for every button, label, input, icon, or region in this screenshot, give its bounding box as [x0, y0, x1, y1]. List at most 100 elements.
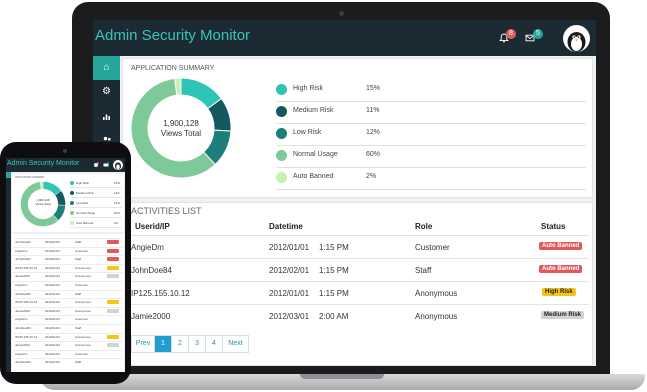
phone-table-row[interactable]: JohnDoeB4 2012/01/01 Staff — [13, 358, 123, 366]
phone-cell-role: Anonymous — [75, 334, 91, 339]
legend-percent: 2% — [366, 173, 377, 180]
column-header-datetime[interactable]: Datetime — [269, 222, 303, 231]
cell-user: Jamie2000 — [131, 312, 171, 321]
status-badge: Medium Risk — [541, 311, 585, 319]
cell-date: 2012/01/01 — [269, 289, 310, 298]
phone-cell-role: Staff — [75, 291, 82, 296]
pager-next-button[interactable]: Next — [223, 335, 249, 353]
sidebar-item-home[interactable]: ⌂ — [93, 56, 120, 80]
application-summary-card: APPLICATION SUMMARY 1,900,128 Views Tota… — [122, 58, 593, 198]
phone-legend-item: High Risk 15% — [70, 179, 122, 188]
legend-item-high-risk: High Risk 15% — [276, 80, 586, 102]
phone-camera — [63, 149, 67, 153]
phone-cell-user: JohnDoeB4 — [15, 360, 31, 365]
phone-table-row[interactable]: Jamie2000 2012/01/01 Anonymous — [13, 341, 123, 349]
top-bar: Admin Security Monitor 8 5 — [93, 20, 596, 56]
pager-page-3[interactable]: 3 — [189, 335, 206, 353]
pager-page-1[interactable]: 1 — [155, 335, 172, 353]
cell-time: 1:15 PM — [319, 243, 349, 252]
table-row[interactable]: IP125.155.10.12 2012/01/01 1:15 PM Anony… — [131, 281, 589, 304]
table-row[interactable]: JohnDoe84 2012/02/01 1:15 PM Staff Auto … — [131, 258, 589, 281]
phone-cell-role: Staff — [75, 360, 82, 365]
phone-cell-date: 2012/01/01 — [45, 283, 61, 287]
legend-item-auto-banned: Auto Banned 2% — [276, 168, 586, 190]
phone-table-row[interactable]: IP125.155.10.12 2012/01/01 Anonymous — [13, 332, 123, 341]
cell-user: AngieDm — [131, 243, 164, 252]
phone-frame: Admin Security Monitor APPLICATION SUMMA… — [0, 142, 131, 384]
phone-table-row[interactable]: AngieDm 2012/01/01 Customer — [13, 315, 123, 323]
legend-dot — [70, 221, 74, 225]
phone-table-row[interactable]: IP125.155.10.12 2012/01/01 Anonymous — [13, 298, 123, 306]
legend-item-low-risk: Low Risk 12% — [276, 124, 586, 146]
pager-page-4[interactable]: 4 — [206, 335, 223, 353]
legend-name: Low Risk — [293, 129, 322, 136]
phone-cell-user: JohnDoeB4 — [15, 257, 31, 262]
donut-svg — [130, 77, 232, 179]
cell-time: 2:00 AM — [319, 312, 349, 321]
phone-status-badge — [107, 308, 119, 313]
messages-button[interactable]: 5 — [525, 29, 543, 46]
user-avatar[interactable] — [563, 25, 590, 52]
pager-page-2[interactable]: 2 — [172, 335, 189, 353]
cell-time: 1:15 PM — [319, 289, 349, 298]
phone-table-row[interactable]: AngieDm 2012/01/01 Customer — [13, 349, 123, 358]
legend-name: Auto Banned — [76, 221, 94, 225]
phone-table-row[interactable]: JohnDoeB4 2012/01/01 Staff — [13, 289, 123, 298]
legend-name: Low Risk — [76, 201, 89, 205]
sidebar-item-settings[interactable]: ⚙ — [93, 80, 120, 104]
phone-table-row[interactable]: Jamie2000 2012/01/01 Anonymous — [13, 272, 123, 280]
phone-cell-date: 2012/01/01 — [45, 240, 61, 244]
legend-dot — [276, 106, 287, 117]
phone-avatar-icon[interactable] — [113, 160, 123, 170]
phone-table-row[interactable]: AngieDm 2012/01/01 Customer — [13, 281, 123, 289]
phone-app-title: Admin Security Monitor — [7, 160, 80, 167]
phone-cell-user: AngieDm — [15, 283, 28, 287]
phone-cell-user: IP125.155.10.12 — [15, 300, 38, 305]
phone-legend-item: Auto Banned 2% — [70, 219, 122, 228]
phone-legend-item: Medium Risk 11% — [70, 189, 122, 198]
phone-sidebar-home[interactable] — [6, 172, 11, 178]
column-header-userid[interactable]: Userid/IP — [135, 222, 170, 231]
column-header-role[interactable]: Role — [415, 222, 432, 231]
phone-table-row[interactable]: JohnDoeB4 2012/02/01 Staff — [13, 255, 123, 263]
phone-bell-icon[interactable] — [93, 162, 99, 168]
sidebar-item-reports[interactable] — [93, 104, 120, 128]
activities-list-card: ACTIVITIES LIST Userid/IP Datetime Role … — [122, 202, 593, 366]
phone-cell-user: Jamie2000 — [15, 343, 30, 348]
phone-activities-list: JohnDoeB4 2012/01/01 Staff AngieDm 2012/01/0… — [12, 234, 124, 372]
notifications-button[interactable]: 8 — [499, 29, 516, 47]
legend-name: Normal Usage — [293, 151, 338, 158]
phone-cell-user: IP125.155.10.12 — [15, 265, 38, 270]
phone-cell-user: JohnDoeB4 — [15, 291, 31, 296]
phone-top-bar: Admin Security Monitor — [6, 158, 125, 172]
legend-name: Normal Usage — [76, 211, 96, 215]
legend-percent: 12% — [366, 129, 381, 136]
phone-status-badge — [107, 343, 119, 348]
cell-date: 2012/03/01 — [269, 312, 310, 321]
legend-dot — [70, 181, 74, 185]
phone-cell-role: Customer — [75, 351, 89, 356]
summary-title: APPLICATION SUMMARY — [131, 65, 215, 72]
phone-mail-icon[interactable] — [103, 162, 109, 168]
phone-table-row[interactable]: JohnDoeB4 2012/01/01 Staff — [13, 324, 123, 332]
column-header-status[interactable]: Status — [541, 222, 565, 231]
cell-role: Anonymous — [415, 312, 458, 321]
phone-table-row[interactable]: Jamie2000 2012/01/01 Anonymous — [13, 306, 123, 315]
legend-name: High Risk — [293, 85, 323, 92]
table-row[interactable]: Jamie2000 2012/03/01 2:00 AM Anonymous M… — [131, 304, 589, 327]
phone-status-badge — [107, 334, 119, 339]
phone-cell-user: JohnDoeB4 — [15, 326, 31, 330]
phone-cell-date: 2012/01/01 — [45, 334, 61, 339]
phone-table-row[interactable]: IP125.155.10.12 2012/01/01 Anonymous — [13, 263, 123, 272]
phone-status-badge — [107, 274, 119, 279]
phone-legend-item: Low Risk 12% — [70, 199, 122, 208]
cell-date: 2012/01/01 — [269, 243, 310, 252]
phone-cell-date: 2012/01/01 — [45, 317, 61, 322]
pager-prev-button[interactable]: Prev — [131, 335, 155, 353]
phone-cell-role: Anonymous — [75, 343, 91, 348]
phone-table-row[interactable]: JohnDoeB4 2012/01/01 Staff — [13, 238, 123, 246]
legend-percent: 60% — [114, 211, 121, 215]
cell-role: Anonymous — [415, 289, 458, 298]
phone-table-row[interactable]: AngieDm 2012/01/01 Customer — [13, 246, 123, 255]
table-row[interactable]: AngieDm 2012/01/01 1:15 PM Customer Auto… — [131, 235, 589, 258]
